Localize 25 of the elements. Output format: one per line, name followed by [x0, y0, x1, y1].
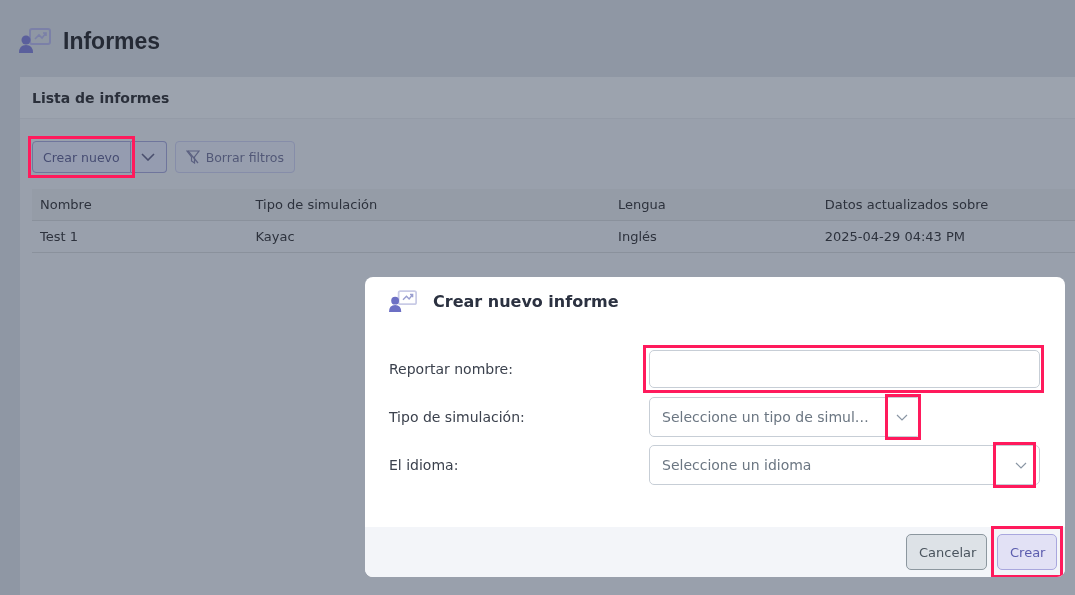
column-header[interactable]: Lengua	[610, 197, 817, 212]
dialog-title: Crear nuevo informe	[433, 291, 619, 311]
clear-filters-button[interactable]: Borrar filtros	[174, 141, 295, 173]
caret-icon	[1015, 461, 1027, 469]
table-cell-text: Test 1	[39, 229, 79, 244]
caret-icon	[896, 413, 908, 421]
filter-off-icon	[185, 150, 200, 164]
select-field[interactable]: Seleccione un idioma	[649, 445, 1040, 485]
table-cell-text: 2025-04-29 04:43 PM	[823, 229, 967, 244]
column-header[interactable]: Datos actualizados sobre	[816, 197, 1075, 212]
report-icon	[389, 289, 417, 313]
column-header[interactable]: Nombre	[32, 197, 248, 212]
field-label: Reportar nombre:	[389, 361, 514, 377]
create-new-button[interactable]: Crear nuevo	[32, 141, 131, 173]
chevron-down-icon	[141, 153, 156, 161]
table-cell-text: Kayac	[254, 229, 296, 244]
report-icon	[19, 28, 51, 54]
create-button[interactable]: Crear	[997, 534, 1057, 570]
field-label: Tipo de simulación:	[389, 409, 526, 425]
column-header[interactable]: Tipo de simulación	[247, 197, 611, 212]
field-label: El idioma:	[389, 457, 460, 473]
cancel-button[interactable]: Cancelar	[906, 534, 987, 570]
page-title: Informes	[63, 27, 161, 55]
card-title: Lista de informes	[32, 90, 170, 106]
table-cell-text: Inglés	[617, 229, 658, 244]
